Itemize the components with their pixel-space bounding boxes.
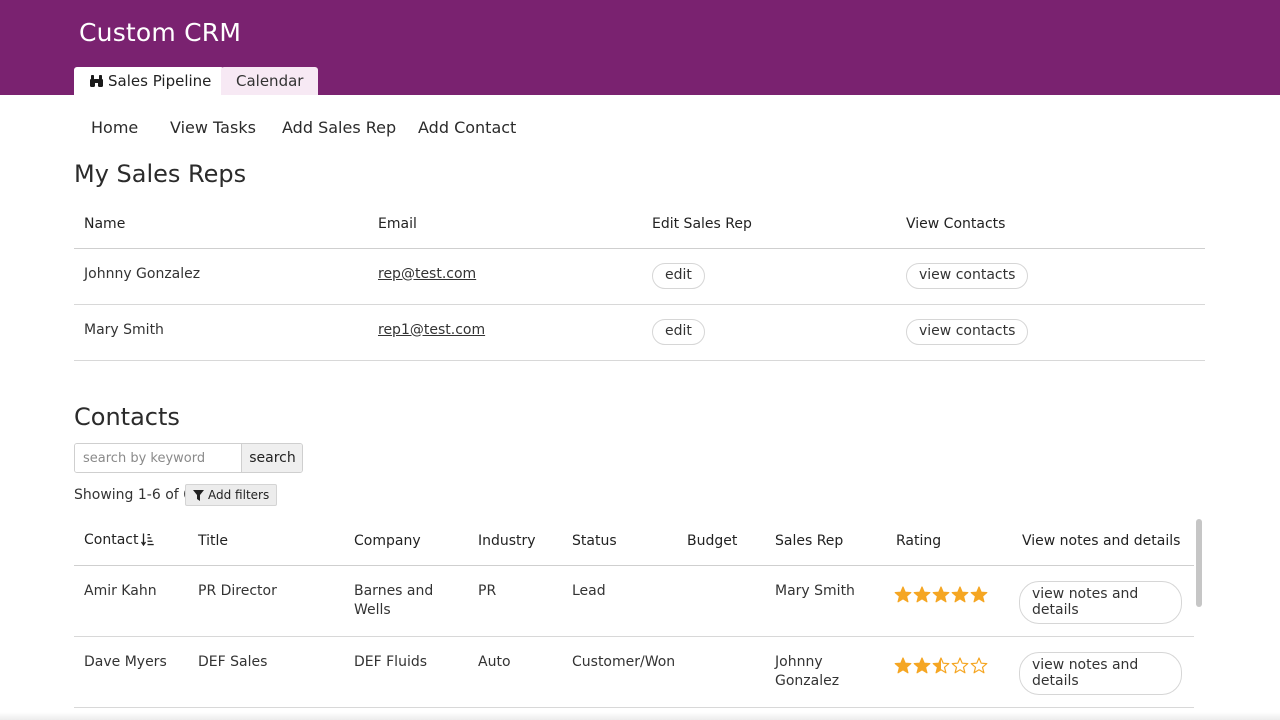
- star-filled-icon: [932, 585, 950, 604]
- view-contacts-button[interactable]: view contacts: [906, 318, 1029, 345]
- star-empty-icon: [951, 656, 969, 675]
- contact-budget: [677, 636, 765, 707]
- star-rating: [894, 656, 988, 675]
- edit-rep-button[interactable]: edit: [652, 318, 705, 345]
- bottom-shadow: [0, 712, 1280, 720]
- binoculars-icon: [89, 74, 104, 88]
- view-notes-button[interactable]: view notes and details: [1019, 580, 1182, 624]
- table-row: Mary Smith rep1@test.com edit view conta…: [74, 304, 1205, 360]
- table-row: Dave Myers DEF Sales DEF Fluids Auto Cus…: [74, 636, 1194, 707]
- column-header-company: Company: [344, 518, 468, 566]
- rep-edit-cell: edit: [642, 248, 896, 304]
- table-row: Johnny Gonzalez rep@test.com edit view c…: [74, 248, 1205, 304]
- column-header-contact[interactable]: Contact: [74, 518, 188, 566]
- tab-label: Calendar: [236, 72, 304, 90]
- contact-sales-rep: Mary Smith: [775, 582, 855, 599]
- add-filters-label: Add filters: [208, 488, 270, 502]
- star-filled-icon: [970, 585, 988, 604]
- search-button[interactable]: search: [241, 444, 302, 472]
- table-row: Amir Kahn PR Director Barnes and Wells P…: [74, 565, 1194, 636]
- rep-view-cell: view contacts: [896, 248, 1205, 304]
- contact-budget: [677, 565, 765, 636]
- nav-add-sales-rep[interactable]: Add Sales Rep: [282, 118, 396, 137]
- column-header-email: Email: [368, 201, 642, 249]
- rep-email-link[interactable]: rep1@test.com: [378, 322, 485, 338]
- notes-cell: view notes and details: [1012, 636, 1194, 707]
- contact-sales-rep: Johnny Gonzalez: [775, 653, 840, 689]
- view-contacts-button[interactable]: view contacts: [906, 262, 1029, 289]
- column-header-rating: Rating: [886, 518, 1012, 566]
- star-half-icon: [932, 656, 950, 675]
- rep-email-cell: rep@test.com: [368, 248, 642, 304]
- contact-status: Customer/Won: [572, 653, 676, 670]
- contact-status: Lead: [572, 582, 606, 599]
- app-title: Custom CRM: [79, 18, 242, 47]
- nav-add-contact[interactable]: Add Contact: [418, 118, 516, 137]
- column-header-sales-rep: Sales Rep: [765, 518, 886, 566]
- star-filled-icon: [913, 585, 931, 604]
- rating-cell: [886, 636, 1012, 707]
- nav-home[interactable]: Home: [91, 118, 138, 137]
- contacts-scrollbar-thumb[interactable]: [1196, 519, 1202, 607]
- column-header-status: Status: [562, 518, 677, 566]
- rating-cell: [886, 565, 1012, 636]
- results-count: Showing 1-6 of 6: [74, 487, 193, 503]
- contact-name: Amir Kahn: [84, 582, 157, 599]
- tab-label: Sales Pipeline: [108, 72, 212, 90]
- star-empty-icon: [970, 656, 988, 675]
- contact-industry: PR: [478, 582, 497, 599]
- notes-cell: view notes and details: [1012, 565, 1194, 636]
- filter-icon: [193, 487, 204, 507]
- contacts-table: Contact Title Company Industry Status Bu…: [74, 518, 1194, 708]
- column-header-title: Title: [188, 518, 344, 566]
- rep-email-link[interactable]: rep@test.com: [378, 266, 476, 282]
- rep-edit-cell: edit: [642, 304, 896, 360]
- contact-title: DEF Sales: [198, 653, 268, 670]
- column-header-contact-label: Contact: [84, 532, 139, 549]
- rep-name: Mary Smith: [84, 321, 164, 338]
- star-filled-icon: [894, 656, 912, 675]
- contacts-title: Contacts: [74, 403, 180, 431]
- column-header-edit: Edit Sales Rep: [642, 201, 896, 249]
- edit-rep-button[interactable]: edit: [652, 262, 705, 289]
- add-filters-button[interactable]: Add filters: [185, 484, 278, 507]
- star-filled-icon: [951, 585, 969, 604]
- contact-industry: Auto: [478, 653, 511, 670]
- app-header: Custom CRM Sales Pipeline Calendar: [0, 0, 1280, 95]
- table-header-row: Name Email Edit Sales Rep View Contacts: [74, 201, 1205, 249]
- star-filled-icon: [913, 656, 931, 675]
- search-box: search: [74, 443, 303, 473]
- star-rating: [894, 585, 988, 604]
- contact-company: Barnes and Wells: [354, 582, 434, 618]
- column-header-budget: Budget: [677, 518, 765, 566]
- sort-descending-icon[interactable]: [141, 533, 155, 550]
- contact-name: Dave Myers: [84, 653, 167, 670]
- sales-reps-title: My Sales Reps: [74, 160, 247, 188]
- sales-reps-table: Name Email Edit Sales Rep View Contacts …: [74, 201, 1205, 361]
- contact-company: DEF Fluids: [354, 653, 428, 670]
- view-notes-button[interactable]: view notes and details: [1019, 651, 1182, 695]
- column-header-industry: Industry: [468, 518, 562, 566]
- nav-view-tasks[interactable]: View Tasks: [170, 118, 256, 137]
- rep-view-cell: view contacts: [896, 304, 1205, 360]
- rep-email-cell: rep1@test.com: [368, 304, 642, 360]
- contact-title: PR Director: [198, 582, 277, 599]
- tab-sales-pipeline[interactable]: Sales Pipeline: [74, 67, 225, 95]
- column-header-name: Name: [74, 201, 368, 249]
- rep-name: Johnny Gonzalez: [84, 265, 201, 282]
- column-header-view-contacts: View Contacts: [896, 201, 1205, 249]
- star-filled-icon: [894, 585, 912, 604]
- table-header-row: Contact Title Company Industry Status Bu…: [74, 518, 1194, 566]
- tab-calendar[interactable]: Calendar: [221, 67, 319, 95]
- search-input[interactable]: [75, 444, 241, 472]
- column-header-notes: View notes and details: [1012, 518, 1194, 566]
